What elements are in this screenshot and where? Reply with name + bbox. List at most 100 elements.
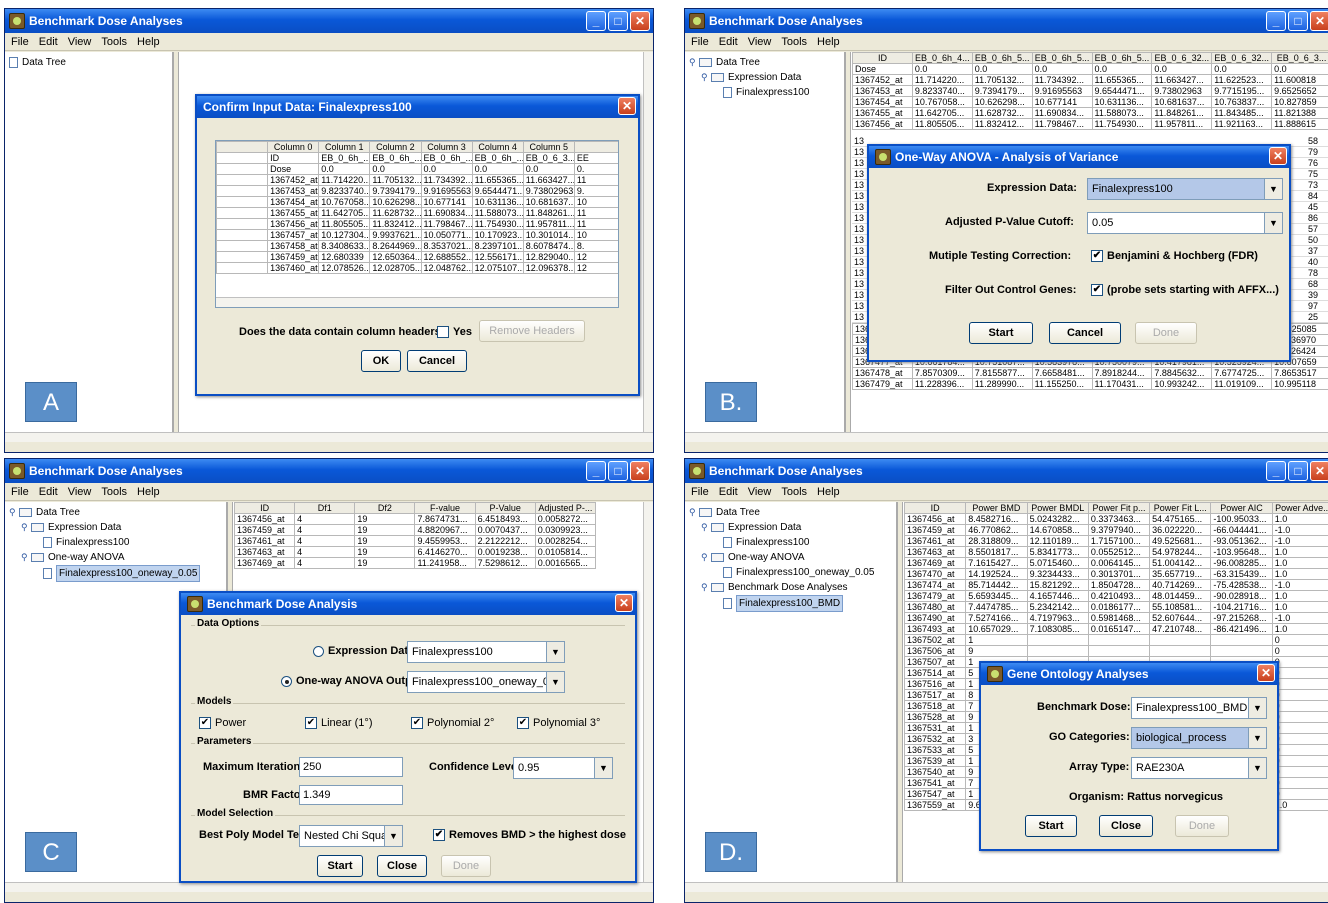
menu-help[interactable]: Help — [137, 486, 160, 498]
tree-node-oneway-anova[interactable]: ⚲ One-way ANOVA — [689, 550, 892, 565]
table-horizontal-scrollbar[interactable] — [216, 297, 618, 307]
column-header[interactable]: Column 0 — [267, 141, 320, 153]
table-row[interactable]: 1367456_at 11.805505... 11.832412... 11.798… — [852, 118, 1328, 130]
table-row[interactable]: 1367453_at 9.8233740... 9.7394179... 9.9169… — [216, 185, 618, 197]
table-row[interactable]: 1367493_at 10.657029... 7.1083085... 0.0165… — [904, 623, 1328, 635]
table-row[interactable]: 1367490_at 7.5274166... 4.7197963... 0.5981… — [904, 612, 1328, 624]
column-header[interactable]: ID — [852, 52, 913, 64]
column-header[interactable]: F-value — [414, 502, 476, 514]
column-header[interactable]: ID — [904, 502, 967, 514]
table-row[interactable]: 1367506_at 9 0 — [904, 645, 1328, 657]
benchmark-dose-select[interactable]: Finalexpress100_BMD ▼ — [1131, 697, 1267, 719]
dialog-close-button[interactable]: ✕ — [615, 594, 633, 612]
menu-tools[interactable]: Tools — [101, 36, 127, 48]
menu-file[interactable]: File — [11, 486, 29, 498]
table-row[interactable]: Dose 0.0 0.0 0.0 0.0 0.0 0. — [216, 163, 618, 175]
close-button[interactable]: ✕ — [630, 11, 650, 31]
table-row[interactable]: 1367456_at 4 19 7.8674731... 6.4518493... 0.0… — [234, 513, 597, 525]
menu-tools[interactable]: Tools — [781, 36, 807, 48]
cancel-button[interactable]: Cancel — [1049, 322, 1121, 344]
table-row[interactable]: 1367470_at 14.192524... 9.3234433... 0.3013… — [904, 568, 1328, 580]
poly3-checkbox[interactable]: ✔ Polynomial 3° — [517, 717, 600, 730]
menu-view[interactable]: View — [748, 486, 772, 498]
confidence-level-select[interactable]: 0.95 ▼ — [513, 757, 613, 779]
linear-checkbox[interactable]: ✔ Linear (1°) — [305, 717, 372, 730]
column-header[interactable]: Power BMDL — [1026, 502, 1089, 514]
tree-node-data-tree[interactable]: ⚲ Data Tree — [689, 55, 840, 70]
split-divider[interactable] — [897, 502, 903, 892]
tree-node-expression-data[interactable]: ⚲ Expression Data — [689, 520, 892, 535]
menu-tools[interactable]: Tools — [781, 486, 807, 498]
yes-checkbox[interactable]: Yes — [437, 326, 472, 339]
start-button[interactable]: Start — [317, 855, 363, 877]
start-button[interactable]: Start — [1025, 815, 1077, 837]
close-button[interactable]: Close — [1099, 815, 1153, 837]
menu-help[interactable]: Help — [817, 486, 840, 498]
minimize-button[interactable]: _ — [1266, 461, 1286, 481]
table-row[interactable]: 1367458_at 8.3408633... 8.2644969... 8.3537… — [216, 240, 618, 252]
column-header[interactable]: EB_0_6_3... — [1271, 52, 1328, 64]
tree-node-bmd-result[interactable]: Finalexpress100_BMD — [689, 595, 892, 612]
column-header[interactable]: Column 3 — [420, 141, 473, 153]
table-row[interactable]: 1367456_at 11.805505... 11.832412... 11.798… — [216, 218, 618, 230]
horizontal-scrollbar[interactable] — [685, 432, 1328, 442]
dialog-close-button[interactable]: ✕ — [618, 97, 636, 115]
max-iterations-input[interactable]: 250 — [299, 757, 403, 777]
column-header[interactable]: Column 1 — [318, 141, 371, 153]
table-row[interactable]: 1367453_at 9.8233740... 9.7394179... 9.9169… — [852, 85, 1328, 97]
table-row[interactable]: 1367469_at 7.1615427... 5.0715460... 0.0064… — [904, 557, 1328, 569]
start-button[interactable]: Start — [969, 322, 1033, 344]
table-row[interactable]: Dose 0.0 0.0 0.0 0.0 0.0 0.0 0.0 — [852, 63, 1328, 75]
column-header[interactable]: EB_0_6h_5... — [1031, 52, 1093, 64]
done-button[interactable]: Done — [1135, 322, 1197, 344]
ok-button[interactable]: OK — [361, 350, 401, 372]
table-row[interactable]: 1367463_at 4 19 6.4146270... 0.0019238... 0.0… — [234, 546, 597, 558]
vertical-scrollbar[interactable] — [643, 52, 653, 442]
menu-view[interactable]: View — [748, 36, 772, 48]
done-button[interactable]: Done — [441, 855, 491, 877]
column-header[interactable]: EB_0_6h_5... — [971, 52, 1033, 64]
bmr-factor-input[interactable]: 1.349 — [299, 785, 403, 805]
anova-output-radio[interactable]: One-way ANOVA Output: — [281, 675, 426, 687]
table-row[interactable]: 1367455_at 11.642705... 11.628732... 11.690… — [216, 207, 618, 219]
anova-output-select[interactable]: Finalexpress100_oneway_0.05 ▼ — [407, 671, 565, 693]
table-row[interactable]: 1367479_at 11.228396... 11.289990... 11.155… — [852, 378, 1328, 390]
table-row[interactable]: 1367452_at 11.714220... 11.705132... 11.734… — [216, 174, 618, 186]
maximize-button[interactable]: □ — [608, 11, 628, 31]
menu-view[interactable]: View — [68, 36, 92, 48]
table-row[interactable]: 1367459_at 12.680339 12.650364... 12.688552… — [216, 251, 618, 263]
column-header[interactable]: EB_0_6h_4... — [911, 52, 973, 64]
column-header[interactable]: EB_0_6_32... — [1151, 52, 1213, 64]
table-row[interactable]: 1367454_at 10.767058... 10.626298... 10.677… — [852, 96, 1328, 108]
table-row[interactable]: 1367479_at 5.6593445... 4.1657446... 0.4210… — [904, 590, 1328, 602]
table-row[interactable]: 1367474_at 85.714442... 15.821292... 1.8504… — [904, 579, 1328, 591]
expression-data-select[interactable]: Finalexpress100 ▼ — [1087, 178, 1283, 200]
column-header[interactable]: Df1 — [294, 502, 356, 514]
menu-help[interactable]: Help — [137, 36, 160, 48]
split-divider[interactable] — [173, 52, 179, 442]
tree-node-data-tree[interactable]: Data Tree — [9, 55, 168, 70]
close-button[interactable]: ✕ — [1310, 461, 1328, 481]
column-header[interactable]: Column 5 — [522, 141, 575, 153]
column-header[interactable]: Power Adve... — [1271, 502, 1328, 514]
table-row[interactable]: 1367455_at 11.642705... 11.628732... 11.690… — [852, 107, 1328, 119]
minimize-button[interactable]: _ — [586, 461, 606, 481]
table-row[interactable]: 1367452_at 11.714220... 11.705132... 11.734… — [852, 74, 1328, 86]
split-divider[interactable] — [845, 52, 851, 442]
horizontal-scrollbar[interactable] — [5, 882, 653, 892]
table-row[interactable]: 1367469_at 4 19 11.241958... 7.5298612... 0.0… — [234, 557, 597, 569]
pvalue-cutoff-select[interactable]: 0.05 ▼ — [1087, 212, 1283, 234]
menu-file[interactable]: File — [691, 36, 709, 48]
table-row[interactable]: 1367478_at 7.8570309... 7.8155877... 7.6658… — [852, 367, 1328, 379]
close-button[interactable]: ✕ — [1310, 11, 1328, 31]
done-button[interactable]: Done — [1175, 815, 1229, 837]
minimize-button[interactable]: _ — [586, 11, 606, 31]
column-header[interactable]: Df2 — [354, 502, 416, 514]
close-button[interactable]: ✕ — [630, 461, 650, 481]
tree-node-oneway-result[interactable]: Finalexpress100_oneway_0.05 — [9, 565, 222, 582]
tree-node-data-tree[interactable]: ⚲ Data Tree — [689, 505, 892, 520]
column-header[interactable]: Power AIC — [1210, 502, 1273, 514]
menu-file[interactable]: File — [691, 486, 709, 498]
power-checkbox[interactable]: ✔ Power — [199, 717, 246, 730]
table-row[interactable]: 1367461_at 28.318809... 12.110189... 1.7157… — [904, 535, 1328, 547]
